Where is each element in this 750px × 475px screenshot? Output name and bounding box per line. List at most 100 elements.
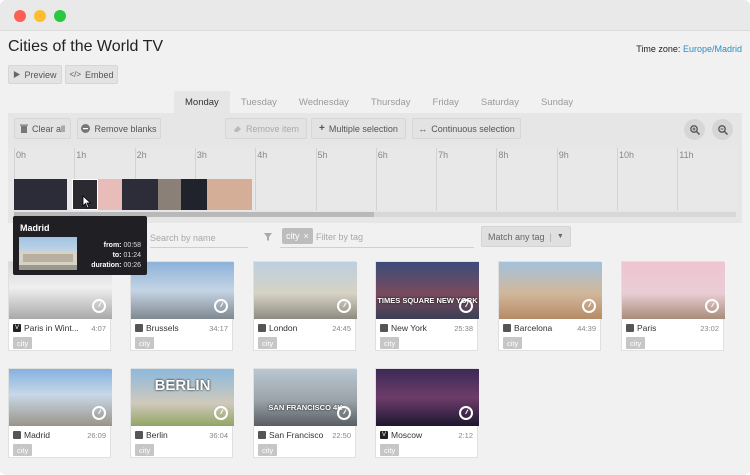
video-meta: New York 25:38 — [380, 322, 473, 334]
continuous-selection-button[interactable]: ↔ Continuous selection — [412, 118, 521, 139]
clock-icon[interactable] — [337, 406, 351, 420]
video-thumbnail[interactable] — [376, 369, 479, 426]
app-window: Cities of the World TV Time zone: Europe… — [0, 0, 750, 475]
tooltip-duration-label: duration: — [91, 262, 122, 269]
video-card[interactable]: BERLIN Berlin 36:04 city — [130, 368, 234, 458]
tab-tuesday[interactable]: Tuesday — [230, 91, 288, 113]
remove-tag-icon[interactable]: × — [304, 231, 309, 241]
minimize-window-button[interactable] — [34, 10, 46, 22]
timeline-item[interactable] — [98, 179, 122, 210]
remove-blanks-button[interactable]: Remove blanks — [77, 118, 161, 139]
tab-monday[interactable]: Monday — [174, 91, 230, 113]
youtube-icon — [135, 324, 143, 332]
hour-label: 1h — [76, 150, 87, 160]
close-window-button[interactable] — [14, 10, 26, 22]
video-duration: 24:45 — [332, 323, 351, 333]
video-thumbnail[interactable] — [9, 369, 112, 426]
video-card[interactable]: Paris 23:02 city — [621, 261, 725, 351]
tab-sunday[interactable]: Sunday — [530, 91, 584, 113]
search-input[interactable]: Search by name — [150, 228, 248, 248]
tab-friday[interactable]: Friday — [422, 91, 470, 113]
clock-icon[interactable] — [705, 299, 719, 313]
tooltip-to: 01:24 — [123, 252, 141, 259]
clock-icon[interactable] — [214, 406, 228, 420]
continuous-selection-label: Continuous selection — [431, 123, 515, 134]
multiple-selection-button[interactable]: + Multiple selection — [311, 118, 406, 139]
clock-icon[interactable] — [459, 406, 473, 420]
tag-badge[interactable]: city — [503, 337, 523, 349]
tag-badge[interactable]: city — [13, 444, 33, 456]
timeline-item[interactable] — [207, 179, 252, 210]
remove-circle-icon — [81, 124, 91, 133]
mouse-cursor-icon — [82, 195, 92, 209]
trash-icon — [19, 124, 28, 133]
vimeo-icon: V — [380, 431, 388, 439]
video-thumbnail[interactable]: TIMES SQUARE NEW YORK — [376, 262, 479, 319]
clock-icon[interactable] — [92, 299, 106, 313]
arrows-horizontal-icon: ↔ — [418, 123, 428, 134]
hour-label: 0h — [16, 150, 27, 160]
maximize-window-button[interactable] — [54, 10, 66, 22]
youtube-icon — [13, 431, 21, 439]
video-title: Paris — [637, 323, 657, 333]
video-thumbnail[interactable] — [254, 262, 357, 319]
timezone-link[interactable]: Europe/Madrid — [683, 44, 742, 54]
hour-label: 9h — [558, 150, 569, 160]
tab-saturday[interactable]: Saturday — [470, 91, 530, 113]
video-thumbnail[interactable]: BERLIN — [131, 369, 234, 426]
youtube-icon — [258, 324, 266, 332]
clock-icon[interactable] — [92, 406, 106, 420]
clear-all-button[interactable]: Clear all — [14, 118, 71, 139]
tag-badge[interactable]: city — [258, 337, 278, 349]
tag-filter-placeholder: Filter by tag — [316, 232, 364, 242]
hour-label: 8h — [498, 150, 509, 160]
tab-wednesday[interactable]: Wednesday — [288, 91, 360, 113]
zoom-out-button[interactable] — [712, 119, 733, 140]
video-thumbnail[interactable] — [622, 262, 725, 319]
video-meta: Madrid 26:09 — [13, 429, 106, 441]
video-duration: 25:38 — [454, 323, 473, 333]
clock-icon[interactable] — [459, 299, 473, 313]
video-thumbnail[interactable] — [499, 262, 602, 319]
tab-thursday[interactable]: Thursday — [360, 91, 422, 113]
tag-badge[interactable]: city — [380, 337, 400, 349]
tooltip-to-label: to: — [112, 252, 122, 259]
match-mode-dropdown[interactable]: Match any tag | ▼ — [481, 226, 571, 247]
tag-badge[interactable]: city — [13, 337, 33, 349]
video-card[interactable]: V Moscow 2:12 city — [375, 368, 479, 458]
tag-badge[interactable]: city — [626, 337, 646, 349]
tag-badge[interactable]: city — [380, 444, 400, 456]
remove-item-label: Remove item — [245, 123, 299, 134]
zoom-in-button[interactable] — [684, 119, 705, 140]
timeline-item[interactable] — [181, 179, 207, 210]
preview-button[interactable]: Preview — [8, 65, 62, 84]
embed-button[interactable]: </> Embed — [65, 65, 118, 84]
video-title: Paris in Wint... — [24, 323, 79, 333]
clock-icon[interactable] — [214, 299, 228, 313]
timeline-item[interactable] — [158, 179, 181, 210]
timeline-item[interactable] — [14, 179, 67, 210]
video-card[interactable]: SAN FRANCISCO 4K San Francisco 22:50 city — [253, 368, 357, 458]
vimeo-icon: V — [13, 324, 21, 332]
video-meta: San Francisco 22:50 — [258, 429, 351, 441]
thumbnail-caption: BERLIN — [154, 377, 211, 394]
video-meta: Barcelona 44:39 — [503, 322, 596, 334]
clock-icon[interactable] — [582, 299, 596, 313]
video-meta: Brussels 34:17 — [135, 322, 228, 334]
video-card[interactable]: Barcelona 44:39 city — [498, 261, 602, 351]
clock-icon[interactable] — [337, 299, 351, 313]
video-meta: Berlin 36:04 — [135, 429, 228, 441]
remove-item-button[interactable]: Remove item — [225, 118, 307, 139]
timeline-item[interactable] — [122, 179, 158, 210]
video-card[interactable]: London 24:45 city — [253, 261, 357, 351]
video-card[interactable]: TIMES SQUARE NEW YORK New York 25:38 city — [375, 261, 479, 351]
hour-label: 4h — [257, 150, 268, 160]
timeline[interactable]: 11h 10h 9h 8h 7h 6h 5h 4h 3h 2h 1h 0h — [8, 148, 738, 210]
video-card[interactable]: Madrid 26:09 city — [8, 368, 112, 458]
tag-chip[interactable]: city × — [282, 228, 313, 244]
tag-badge[interactable]: city — [135, 444, 155, 456]
tag-badge[interactable]: city — [258, 444, 278, 456]
hour-label: 3h — [196, 150, 207, 160]
tag-badge[interactable]: city — [135, 337, 155, 349]
video-thumbnail[interactable]: SAN FRANCISCO 4K — [254, 369, 357, 426]
